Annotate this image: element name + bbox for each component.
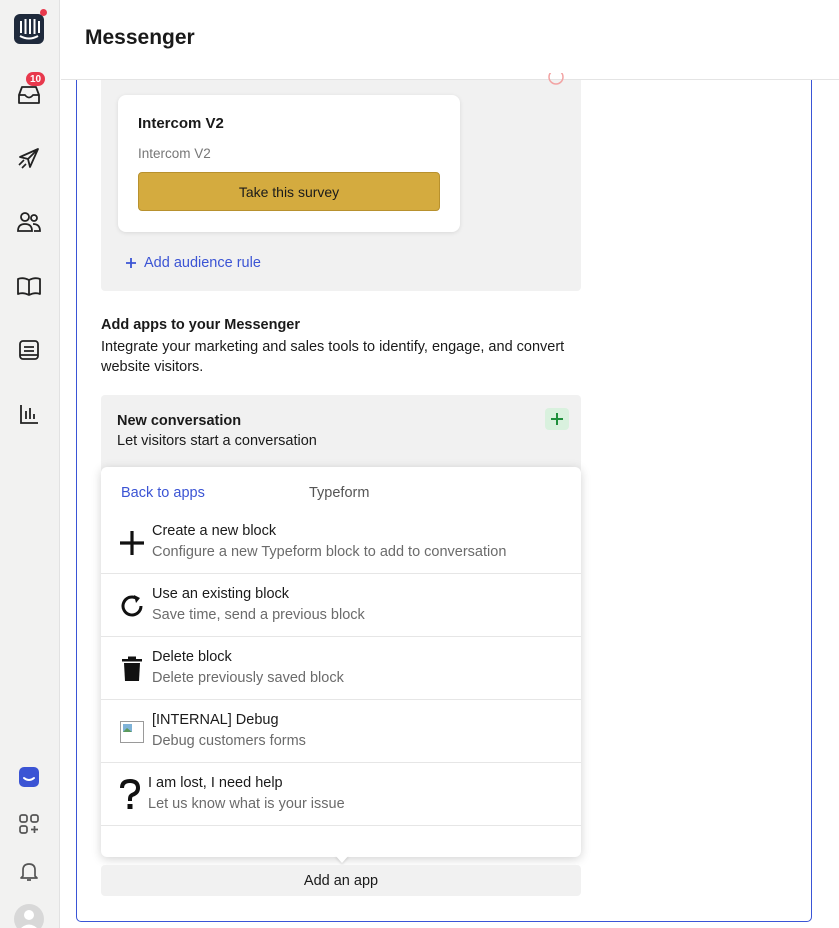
popup-item-create-block[interactable]: Create a new block Configure a new Typef… xyxy=(101,511,581,574)
popup-item-internal-debug[interactable]: [INTERNAL] Debug Debug customers forms xyxy=(101,700,581,763)
plus-icon xyxy=(117,528,147,558)
popup-item-name: [INTERNAL] Debug xyxy=(152,712,279,728)
inbox-icon[interactable]: 10 xyxy=(14,72,46,110)
typeform-app-popup: Back to apps Typeform Create a new block… xyxy=(101,467,581,857)
popup-item-existing-block[interactable]: Use an existing block Save time, send a … xyxy=(101,574,581,637)
inbox-page-icon[interactable] xyxy=(14,335,44,365)
messenger-icon[interactable] xyxy=(14,762,44,792)
remove-icon[interactable] xyxy=(548,73,564,85)
add-audience-rule-link[interactable]: Add audience rule xyxy=(126,255,261,271)
refresh-icon xyxy=(117,591,147,621)
take-survey-button[interactable]: Take this survey xyxy=(138,172,440,211)
popup-item-delete-block[interactable]: Delete block Delete previously saved blo… xyxy=(101,637,581,700)
back-to-apps-link[interactable]: Back to apps xyxy=(121,485,205,501)
popup-tail xyxy=(335,855,349,863)
add-an-app-button[interactable]: Add an app xyxy=(101,865,581,896)
popup-item-subtitle: Let us know what is your issue xyxy=(148,796,345,812)
survey-subtitle: Intercom V2 xyxy=(138,146,211,161)
notification-dot xyxy=(40,9,47,16)
page-header: Messenger xyxy=(61,0,839,80)
new-conversation-app: New conversation Let visitors start a co… xyxy=(101,395,581,475)
page-title: Messenger xyxy=(85,26,195,49)
apps-icon[interactable] xyxy=(14,809,44,839)
contacts-icon[interactable] xyxy=(14,207,44,237)
intercom-logo-icon[interactable] xyxy=(14,14,44,44)
survey-card: Intercom V2 Intercom V2 Take this survey xyxy=(118,95,460,232)
popup-item-name: Delete block xyxy=(152,649,232,665)
popup-item-name: Create a new block xyxy=(152,523,277,539)
popup-item-name: Use an existing block xyxy=(152,586,290,602)
trash-icon xyxy=(117,654,147,684)
popup-item-subtitle: Delete previously saved block xyxy=(152,670,344,686)
new-conversation-subtitle: Let visitors start a conversation xyxy=(117,433,317,449)
question-icon xyxy=(115,779,145,810)
popup-item-help[interactable]: I am lost, I need help Let us know what … xyxy=(101,763,581,826)
popup-title: Typeform xyxy=(309,485,370,501)
outbound-icon[interactable] xyxy=(14,143,44,173)
apps-section-title: Add apps to your Messenger xyxy=(101,317,301,333)
articles-icon[interactable] xyxy=(14,271,44,301)
inbox-badge: 10 xyxy=(26,72,46,86)
broken-image-icon xyxy=(117,717,147,747)
popup-item-subtitle: Configure a new Typeform block to add to… xyxy=(152,544,507,560)
add-app-plus-button[interactable] xyxy=(545,408,569,430)
apps-section-description: Integrate your marketing and sales tools… xyxy=(101,339,565,375)
plus-icon xyxy=(126,258,136,268)
reports-icon[interactable] xyxy=(14,399,44,429)
left-rail: 10 xyxy=(0,0,60,928)
new-conversation-title: New conversation xyxy=(117,413,242,429)
plus-icon xyxy=(551,413,563,425)
popup-item-subtitle: Save time, send a previous block xyxy=(152,607,365,623)
popup-item-name: I am lost, I need help xyxy=(148,775,283,791)
survey-title: Intercom V2 xyxy=(138,115,224,132)
add-audience-rule-label: Add audience rule xyxy=(144,255,261,271)
avatar[interactable] xyxy=(14,902,44,928)
popup-item-subtitle: Debug customers forms xyxy=(152,733,306,749)
notifications-icon[interactable] xyxy=(14,856,44,886)
